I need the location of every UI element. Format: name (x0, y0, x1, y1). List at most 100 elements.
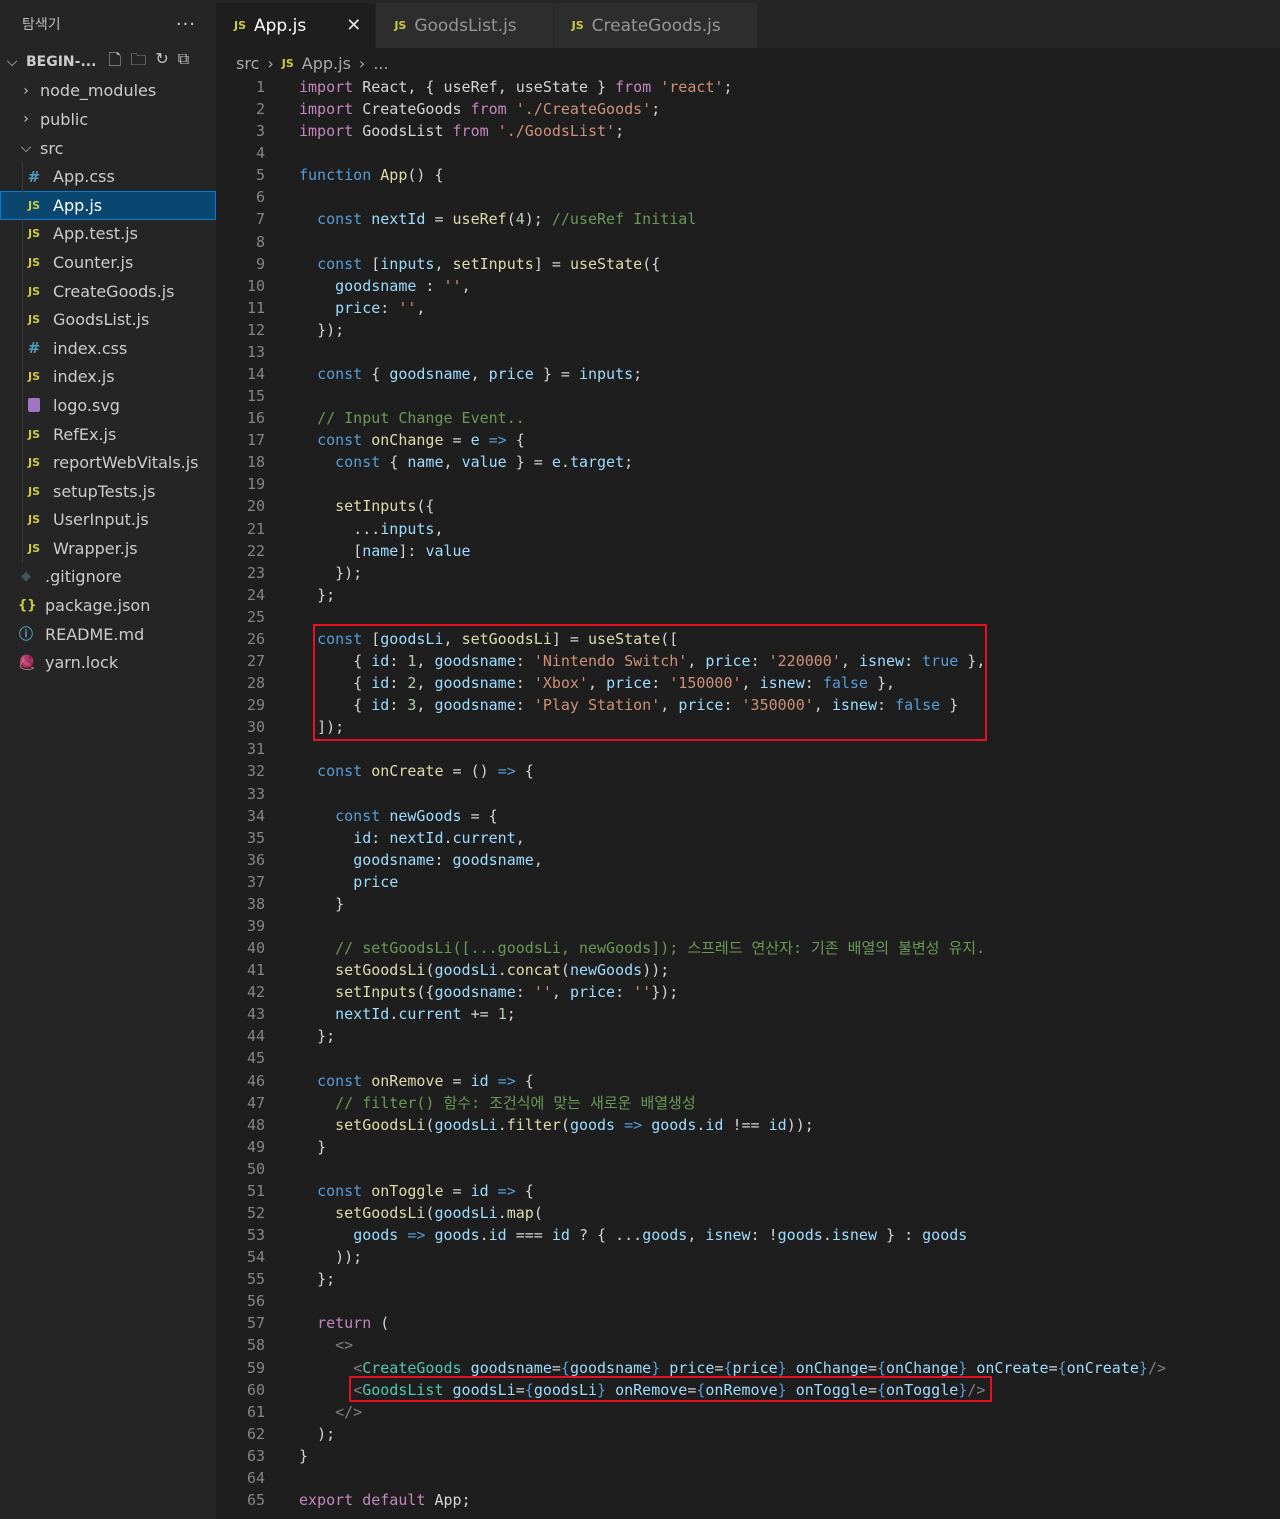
code-text: </> (299, 1403, 362, 1421)
line-number: 3 (255, 122, 265, 141)
code-text: } (299, 1138, 326, 1156)
file-tree-item[interactable]: JS index.js (0, 362, 216, 392)
code-token: goods (651, 1115, 697, 1134)
code-token: }); (335, 563, 363, 582)
file-tree-item[interactable]: JS Counter.js (0, 248, 216, 277)
file-tree-item[interactable]: › public (0, 105, 216, 134)
line-number: 61 (246, 1402, 265, 1421)
code-line: 39 (216, 915, 1280, 937)
code-token: goods (777, 1226, 823, 1245)
new-folder-icon[interactable]: 🗀 (130, 49, 146, 76)
indent-guide (22, 448, 23, 477)
code-line: 50 (216, 1158, 1280, 1180)
file-tree-item[interactable]: 🧶 yarn.lock (0, 648, 216, 677)
code-token: setInputs (335, 983, 417, 1002)
file-tree-item[interactable]: ⌵ src (0, 134, 216, 163)
code-token: default (362, 1491, 435, 1509)
file-tree-item[interactable]: # index.css (0, 333, 216, 363)
file-tree-label: setupTests.js (53, 481, 156, 501)
file-tree-item[interactable]: JS reportWebVitals.js (0, 448, 216, 477)
code-token: ); (317, 1424, 336, 1443)
code-token: goodsname (335, 276, 417, 295)
code-token: }); (651, 983, 679, 1002)
code-text: }; (299, 586, 335, 604)
code-line: 51 const onToggle = id => { (216, 1180, 1280, 1202)
file-tree-item[interactable]: ◆ .gitignore (0, 563, 216, 592)
line-number: 27 (246, 652, 265, 671)
code-token: , (416, 298, 426, 317)
file-tree-item[interactable]: JS UserInput.js (0, 505, 216, 535)
code-token: . (443, 828, 453, 847)
code-token: newGoods (569, 961, 643, 980)
code-token: { (524, 1181, 534, 1200)
code-token: } (299, 1446, 309, 1465)
code-token: goodsname (434, 983, 516, 1002)
code-token: isnew (705, 1226, 751, 1245)
code-line: 37 price (216, 871, 1280, 893)
code-token: , (660, 696, 679, 715)
indent-guide (22, 419, 23, 449)
code-line: 7 const nextId = useRef(4); //useRef Ini… (216, 208, 1280, 230)
line-number: 65 (246, 1491, 265, 1509)
code-token: , (588, 674, 607, 693)
file-tree-item[interactable]: JS Wrapper.js (0, 534, 216, 563)
breadcrumb-folder[interactable]: src (236, 54, 259, 73)
file-tree-item[interactable]: JS GoodsList.js (0, 305, 216, 334)
code-line: 61 </> (216, 1401, 1280, 1423)
code-token: const (317, 254, 372, 273)
breadcrumb-more[interactable]: ... (373, 54, 388, 73)
file-tree-item[interactable]: JS App.test.js (0, 219, 216, 249)
file-tree-item[interactable]: logo.svg (0, 391, 216, 420)
breadcrumb-file[interactable]: App.js (302, 54, 351, 73)
code-token: target (569, 453, 625, 472)
code-line: 46 const onRemove = id => { (216, 1070, 1280, 1092)
line-number: 35 (246, 828, 265, 847)
tab-app-js[interactable]: JS App.js ✕ (216, 3, 377, 48)
file-tree-label: App.css (53, 167, 115, 187)
collapse-all-icon[interactable]: ⧉ (178, 49, 189, 76)
tab-goodslist-js[interactable]: JS GoodsList.js (376, 3, 554, 48)
code-text: }; (299, 1027, 335, 1045)
file-tree-item[interactable]: JS App.js (0, 190, 216, 220)
file-tree-item[interactable]: JS CreateGoods.js (0, 276, 216, 306)
code-text: setGoodsLi(goodsLi.filter(goods => goods… (299, 1116, 814, 1134)
code-text: { id: 2, goodsname: 'Xbox', price: '1500… (299, 674, 895, 692)
code-token: )); (786, 1115, 814, 1134)
file-tree-item[interactable]: ⓘ README.md (0, 620, 216, 649)
more-actions-icon[interactable]: ··· (176, 14, 196, 35)
code-line: 64 (216, 1467, 1280, 1489)
tab-creategoods-js[interactable]: JS CreateGoods.js (553, 3, 758, 48)
file-tree-item[interactable]: JS RefEx.js (0, 419, 216, 449)
file-tree-item[interactable]: › node_modules (0, 77, 216, 106)
line-number: 7 (255, 210, 265, 229)
close-icon[interactable]: ✕ (346, 15, 361, 36)
file-tree-item[interactable]: {} package.json (0, 591, 216, 620)
code-text: <CreateGoods goodsname={goodsname} price… (299, 1359, 1166, 1377)
code-token: , (813, 696, 832, 715)
line-number: 2 (255, 100, 265, 119)
code-text: }); (299, 321, 344, 339)
code-line: 25 (216, 606, 1280, 628)
refresh-icon[interactable]: ↻ (155, 49, 168, 76)
code-token: } (958, 1358, 977, 1377)
code-line: 54 )); (216, 1246, 1280, 1268)
code-editor[interactable]: 1 import React, { useRef, useState } from… (216, 76, 1280, 1519)
project-folder-header[interactable]: ⌵ BEGIN-... 🗋 🗀 ↻ ⧉ (0, 48, 216, 77)
code-token: onChange (371, 431, 444, 450)
file-tree-label: index.js (53, 367, 115, 387)
code-line: 16 // Input Change Event.. (216, 407, 1280, 429)
code-token: ([ (660, 629, 679, 648)
code-token: 'Nintendo Switch' (533, 652, 688, 671)
file-tree-item[interactable]: # App.css (0, 162, 216, 191)
code-token: } = (533, 365, 579, 384)
js-icon: JS (27, 484, 40, 498)
code-line: 31 (216, 738, 1280, 760)
new-file-icon[interactable]: 🗋 (108, 49, 121, 76)
file-tree-item[interactable]: JS setupTests.js (0, 476, 216, 506)
